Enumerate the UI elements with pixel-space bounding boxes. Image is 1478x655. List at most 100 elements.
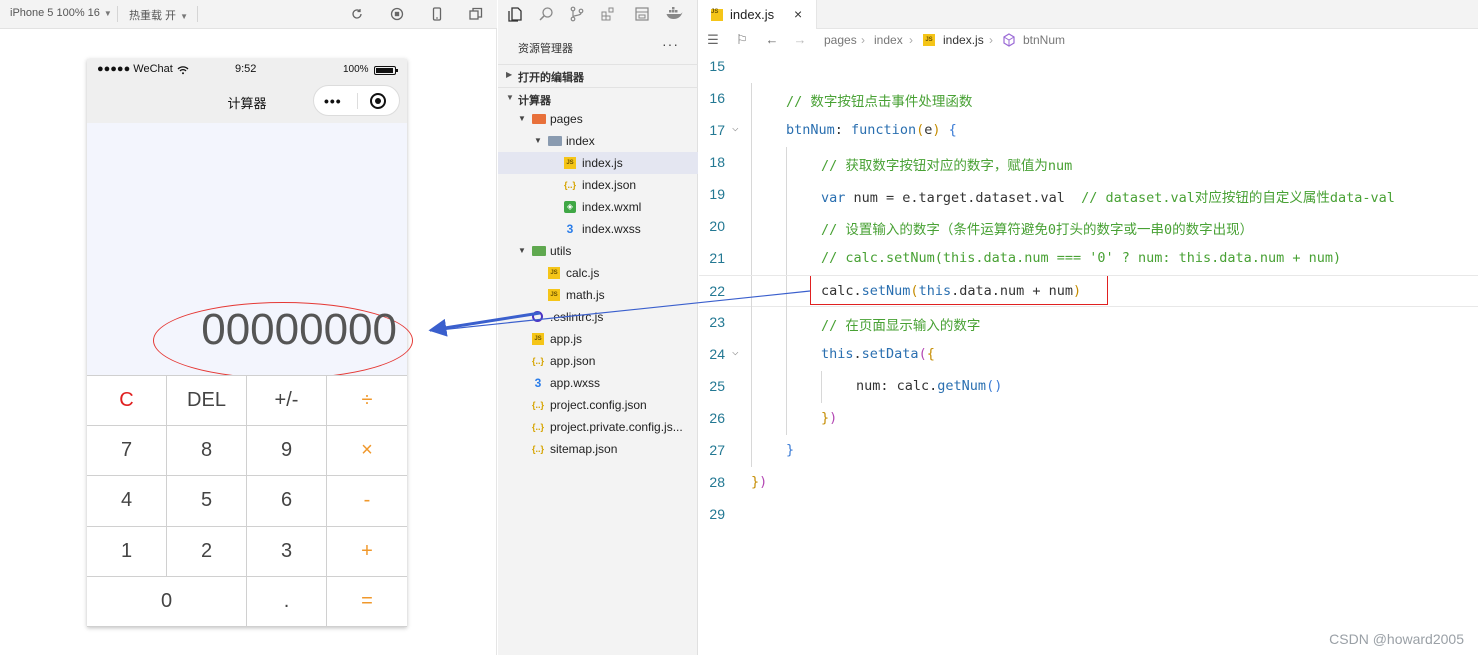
tree-item[interactable]: JS math.js — [498, 284, 698, 306]
phone-icon[interactable] — [430, 7, 444, 21]
tree-item[interactable]: ▼ index — [498, 130, 698, 152]
json-file-icon: {..} — [532, 400, 545, 410]
tree-item[interactable]: .eslintrc.js — [498, 306, 698, 328]
key-button[interactable]: . — [247, 576, 327, 627]
key-button[interactable]: - — [327, 476, 407, 527]
files-icon[interactable] — [507, 6, 523, 22]
code-line[interactable]: 15 — [699, 51, 1478, 83]
project-section[interactable]: ▼ 计算器 — [498, 87, 698, 108]
breadcrumb-item[interactable]: pages — [824, 33, 857, 47]
code-token: num = e.target.dataset.val — [845, 190, 1082, 206]
extensions-icon[interactable] — [600, 6, 616, 22]
more-actions-icon[interactable]: ··· — [662, 36, 679, 52]
breadcrumb-item[interactable]: index.js — [943, 33, 984, 47]
key-button[interactable]: 4 — [87, 476, 167, 527]
menu-capsule[interactable]: ••• — [313, 85, 400, 116]
source-control-icon[interactable] — [569, 6, 585, 22]
status-time: 9:52 — [235, 63, 257, 75]
line-number: 22 — [709, 283, 725, 299]
code-line[interactable]: 25 num: calc.getNum() — [699, 371, 1478, 403]
more-menu-icon[interactable]: ••• — [324, 93, 342, 109]
close-icon[interactable]: × — [794, 6, 802, 22]
search-icon[interactable] — [538, 6, 554, 22]
key-button[interactable]: 3 — [247, 526, 327, 577]
stop-icon[interactable] — [390, 7, 404, 21]
key-button[interactable]: 2 — [167, 526, 247, 577]
device-selector[interactable]: iPhone 5 100% 16 ▼ — [10, 7, 112, 19]
key-button[interactable]: 0 — [87, 576, 247, 627]
key-button[interactable]: = — [327, 576, 407, 627]
tree-item[interactable]: ▼ utils — [498, 240, 698, 262]
code-line[interactable]: 16 // 数字按钮点击事件处理函数 — [699, 83, 1478, 115]
explorer-pane: 资源管理器 ··· ▶ 打开的编辑器 ▼ 计算器 ▼ pages ▼ index JS i… — [498, 0, 1027, 655]
tree-item[interactable]: JS index.js — [498, 152, 698, 174]
key-button[interactable]: 8 — [167, 426, 247, 477]
tab-index-js[interactable]: JS index.js × — [699, 0, 817, 29]
docker-icon[interactable] — [665, 6, 683, 22]
tree-item[interactable]: 3 index.wxss — [498, 218, 698, 240]
tree-item-label: calc.js — [566, 266, 600, 280]
refresh-icon[interactable] — [350, 7, 364, 21]
indent-guide — [751, 211, 752, 243]
key-button[interactable]: 7 — [87, 426, 167, 477]
code-line[interactable]: 22 calc.setNum(this.data.num + num) — [699, 275, 1478, 308]
code-line[interactable]: 20 // 设置输入的数字（条件运算符避免0打头的数字或一串0的数字出现） — [699, 211, 1478, 243]
back-arrow-icon[interactable]: ← — [765, 33, 779, 47]
code-line[interactable]: 21 // calc.setNum(this.data.num === '0' ?… — [699, 243, 1478, 275]
code-text: calc.setNum(this.data.num + num) — [821, 283, 1081, 299]
tree-item[interactable]: {..} project.config.json — [498, 394, 698, 416]
code-line[interactable]: 26}) — [699, 403, 1478, 435]
key-button[interactable]: +/- — [247, 376, 327, 427]
fold-chevron-icon[interactable]: ⌵ — [732, 345, 739, 358]
key-button[interactable]: C — [87, 376, 167, 427]
indent-guide — [751, 115, 752, 147]
code-area[interactable]: 15 16 // 数字按钮点击事件处理函数 17 ⌵ btnNum: function(e… — [699, 51, 1478, 655]
forward-arrow-icon[interactable]: → — [793, 33, 807, 47]
code-token: // 在页面显示输入的数字 — [821, 318, 981, 334]
tree-item[interactable]: {..} index.json — [498, 174, 698, 196]
key-button[interactable]: 9 — [247, 426, 327, 477]
chevron-down-icon[interactable]: ▼ — [518, 246, 526, 255]
chevron-down-icon[interactable]: ▼ — [518, 114, 526, 123]
chevron-down-icon[interactable]: ▼ — [534, 136, 542, 145]
tree-item[interactable]: ◈ index.wxml — [498, 196, 698, 218]
breadcrumb-item[interactable]: index — [874, 33, 903, 47]
outline-icon[interactable] — [634, 6, 650, 22]
fold-chevron-icon[interactable]: ⌵ — [732, 121, 739, 134]
code-line[interactable]: 27} — [699, 435, 1478, 467]
hot-reload-selector[interactable]: 热重载 开 ▼ — [129, 7, 188, 23]
code-line[interactable]: 23 // 在页面显示输入的数字 — [699, 307, 1478, 339]
key-button[interactable]: 6 — [247, 476, 327, 527]
code-token: ) — [932, 122, 941, 138]
tree-item[interactable]: {..} sitemap.json — [498, 438, 698, 460]
code-text: } — [786, 442, 794, 458]
list-icon[interactable]: ☰ — [706, 33, 720, 47]
tree-item[interactable]: JS app.js — [498, 328, 698, 350]
code-line[interactable]: 18 // 获取数字按钮对应的数字，赋值为num — [699, 147, 1478, 179]
open-editors-section[interactable]: ▶ 打开的编辑器 — [498, 64, 698, 85]
tree-item[interactable]: 3 app.wxss — [498, 372, 698, 394]
key-button[interactable]: 5 — [167, 476, 247, 527]
key-button[interactable]: + — [327, 526, 407, 577]
tree-item[interactable]: JS calc.js — [498, 262, 698, 284]
tree-item[interactable]: {..} project.private.config.js... — [498, 416, 698, 438]
code-line[interactable]: 28}) — [699, 467, 1478, 499]
bookmark-icon[interactable]: ⚐ — [735, 33, 749, 47]
key-button[interactable]: DEL — [167, 376, 247, 427]
code-line[interactable]: 17 ⌵ btnNum: function(e) { — [699, 115, 1478, 147]
code-token: function — [851, 122, 917, 138]
code-line[interactable]: 19 var num = e.target.dataset.val // data… — [699, 179, 1478, 211]
close-target-icon[interactable] — [370, 93, 386, 109]
tree-item[interactable]: ▼ pages — [498, 108, 698, 130]
key-button[interactable]: ÷ — [327, 376, 407, 427]
breadcrumb-item[interactable]: btnNum — [1023, 33, 1065, 47]
code-token: var — [821, 190, 846, 206]
detach-window-icon[interactable] — [469, 7, 483, 21]
indent-guide — [786, 307, 787, 339]
key-button[interactable]: × — [327, 426, 407, 477]
breadcrumb-separator: › — [861, 33, 865, 47]
code-line[interactable]: 29 — [699, 499, 1478, 531]
key-button[interactable]: 1 — [87, 526, 167, 577]
tree-item[interactable]: {..} app.json — [498, 350, 698, 372]
code-line[interactable]: 24 ⌵ this.setData({ — [699, 339, 1478, 371]
